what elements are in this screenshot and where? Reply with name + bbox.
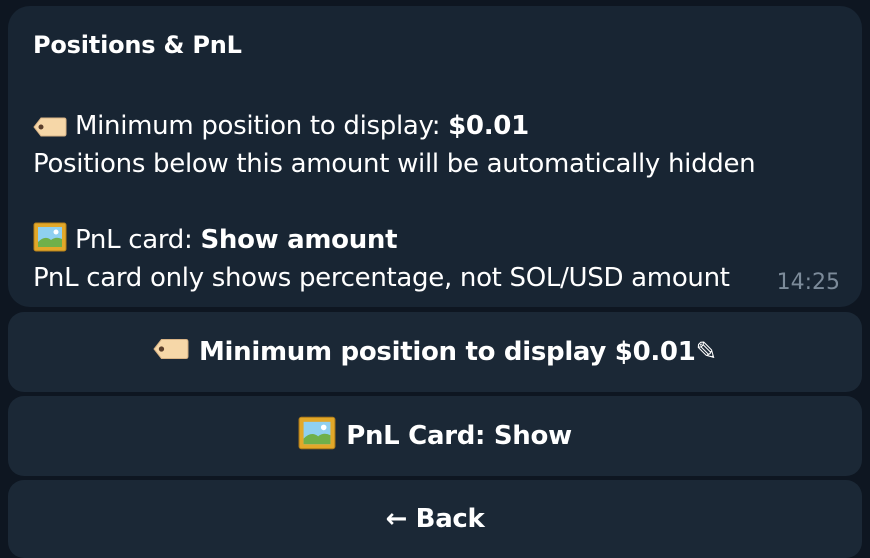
- min-position-button[interactable]: Minimum position to display $0.01✎: [8, 312, 862, 392]
- min-position-line: Minimum position to display: $0.01: [33, 107, 862, 145]
- framed-picture-icon: [298, 416, 336, 457]
- min-position-button-label: Minimum position to display $0.01✎: [198, 337, 717, 367]
- label-tag-icon: [153, 337, 189, 368]
- pnl-card-line: PnL card: Show amount: [33, 221, 862, 259]
- pnl-card-button[interactable]: PnL Card: Show: [8, 396, 862, 476]
- back-button[interactable]: ← Back: [8, 480, 862, 558]
- framed-picture-icon: [33, 222, 67, 263]
- message-timestamp: 14:25: [776, 270, 840, 295]
- back-button-label: ← Back: [385, 504, 485, 534]
- pnl-card-note: PnL card only shows percentage, not SOL/…: [33, 263, 730, 293]
- chat-view: Positions & PnL Minimum position to disp…: [0, 0, 870, 558]
- pnl-card-label: PnL card:: [75, 225, 201, 255]
- pnl-card-button-label: PnL Card: Show: [346, 421, 572, 451]
- min-position-note: Positions below this amount will be auto…: [33, 149, 756, 179]
- min-position-label: Minimum position to display:: [75, 111, 449, 141]
- message-title: Positions & PnL: [33, 31, 242, 59]
- message-bubble: Positions & PnL Minimum position to disp…: [8, 6, 862, 307]
- label-tag-icon: [33, 111, 67, 149]
- pnl-card-value: Show amount: [200, 225, 398, 255]
- min-position-value: $0.01: [448, 111, 529, 141]
